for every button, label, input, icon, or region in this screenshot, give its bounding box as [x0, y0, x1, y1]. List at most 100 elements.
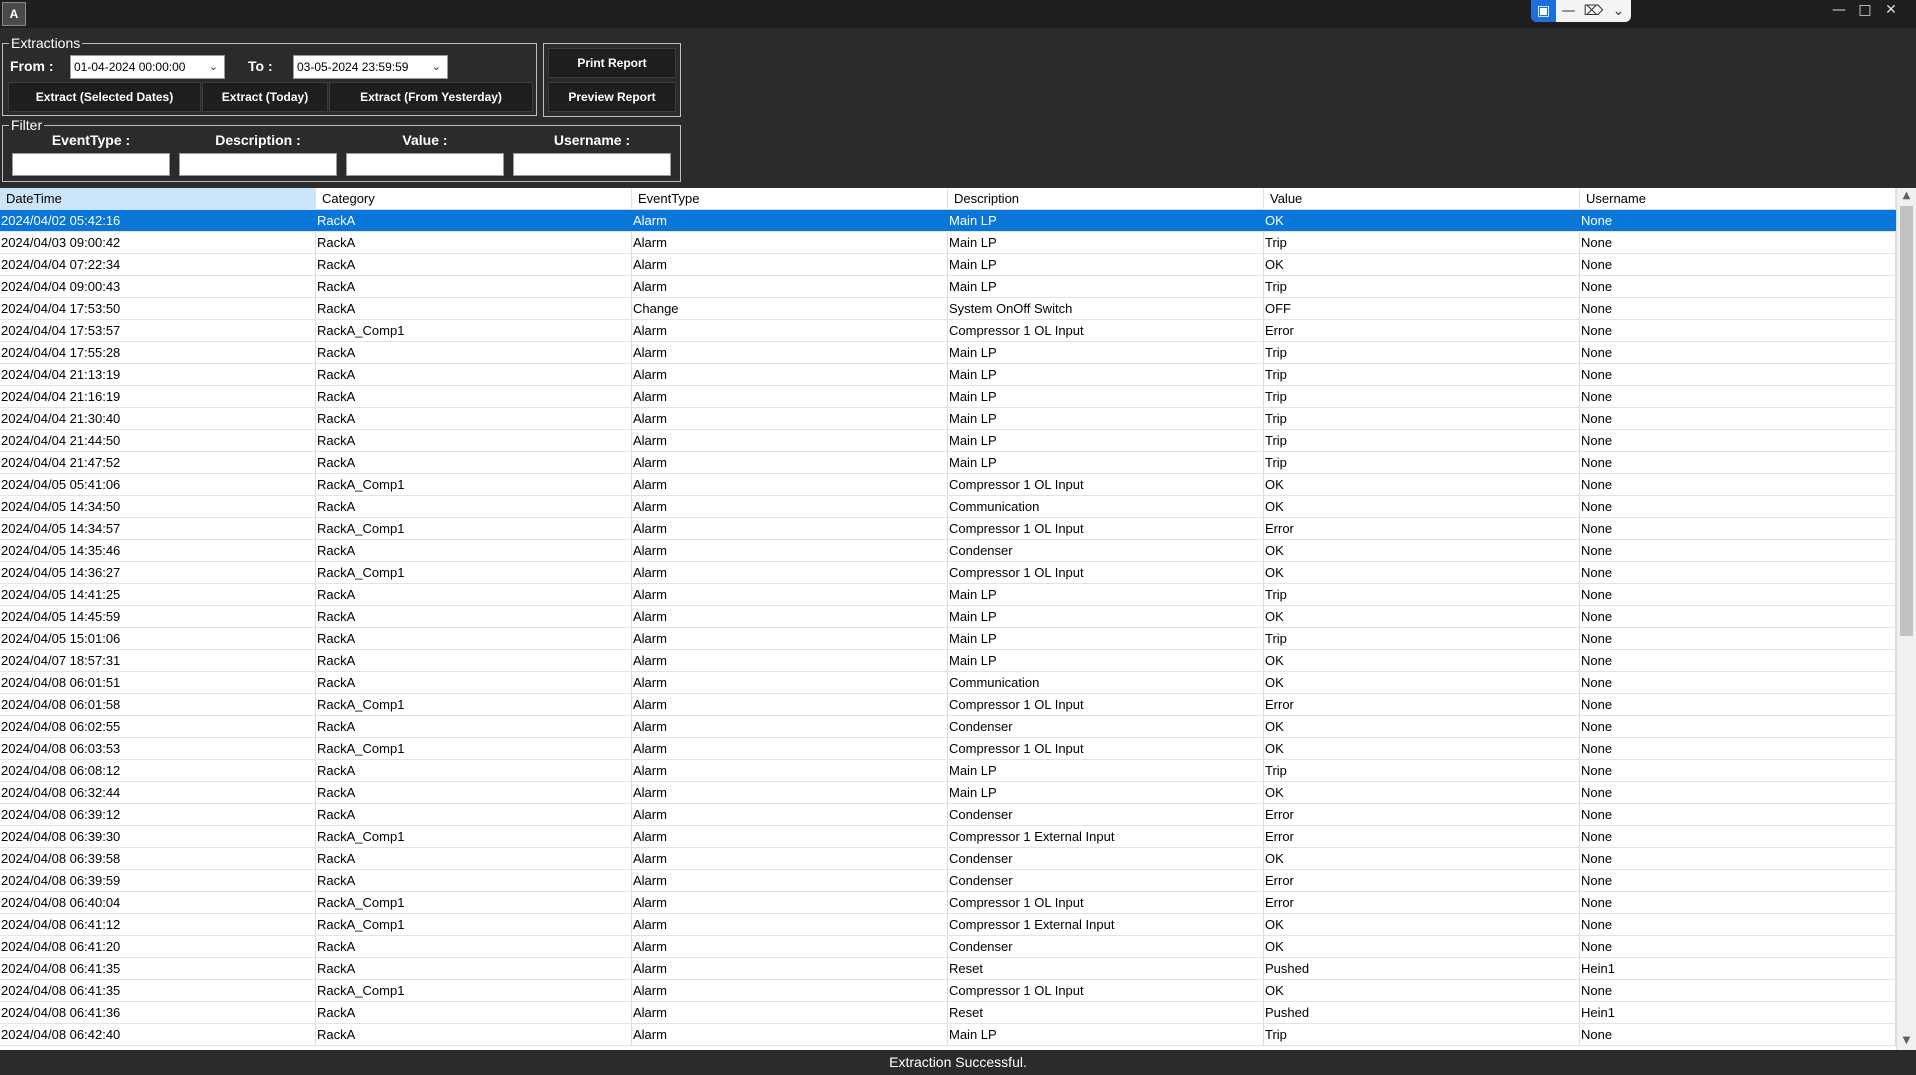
table-cell-category[interactable]: RackA	[316, 496, 632, 517]
table-cell-datetime[interactable]: 2024/04/08 06:02:55	[0, 716, 316, 737]
table-cell-value[interactable]: Trip	[1264, 276, 1580, 297]
table-row[interactable]: 2024/04/05 14:34:50 RackA Alarm Communicati…	[0, 496, 1896, 518]
table-cell-datetime[interactable]: 2024/04/05 05:41:06	[0, 474, 316, 495]
table-cell-description[interactable]: Main LP	[948, 452, 1264, 473]
table-row[interactable]: 2024/04/07 18:57:31 RackA Alarm Main LP OK No…	[0, 650, 1896, 672]
table-cell-datetime[interactable]: 2024/04/04 21:47:52	[0, 452, 316, 473]
table-cell-eventtype[interactable]: Alarm	[632, 364, 948, 385]
table-cell-username[interactable]: None	[1580, 672, 1896, 693]
table-cell-username[interactable]: None	[1580, 452, 1896, 473]
table-cell-username[interactable]: None	[1580, 430, 1896, 451]
table-cell-value[interactable]: Error	[1264, 694, 1580, 715]
table-cell-eventtype[interactable]: Alarm	[632, 914, 948, 935]
table-cell-datetime[interactable]: 2024/04/04 21:44:50	[0, 430, 316, 451]
table-cell-eventtype[interactable]: Alarm	[632, 716, 948, 737]
table-cell-eventtype[interactable]: Alarm	[632, 518, 948, 539]
table-cell-category[interactable]: RackA	[316, 760, 632, 781]
table-cell-category[interactable]: RackA	[316, 364, 632, 385]
table-cell-username[interactable]: None	[1580, 474, 1896, 495]
table-cell-description[interactable]: Compressor 1 OL Input	[948, 474, 1264, 495]
table-cell-datetime[interactable]: 2024/04/08 06:41:36	[0, 1002, 316, 1023]
table-cell-username[interactable]: None	[1580, 628, 1896, 649]
vertical-scrollbar[interactable]: ▲ ▼	[1896, 188, 1916, 1050]
table-cell-description[interactable]: Main LP	[948, 606, 1264, 627]
print-report-button[interactable]: Print Report	[548, 48, 676, 78]
table-cell-eventtype[interactable]: Alarm	[632, 958, 948, 979]
table-cell-value[interactable]: Trip	[1264, 1024, 1580, 1045]
table-cell-category[interactable]: RackA_Comp1	[316, 826, 632, 847]
table-cell-datetime[interactable]: 2024/04/08 06:41:35	[0, 958, 316, 979]
table-row[interactable]: 2024/04/08 06:39:12 RackA Alarm Condenser Er…	[0, 804, 1896, 826]
scrollbar-thumb[interactable]	[1900, 206, 1913, 636]
table-row[interactable]: 2024/04/08 06:42:40 RackA Alarm Main LP Trip…	[0, 1024, 1896, 1046]
table-cell-datetime[interactable]: 2024/04/04 09:00:43	[0, 276, 316, 297]
events-grid[interactable]: DateTime Category EventType Description …	[0, 188, 1916, 1050]
table-cell-eventtype[interactable]: Alarm	[632, 232, 948, 253]
table-cell-username[interactable]: None	[1580, 650, 1896, 671]
table-cell-value[interactable]: OK	[1264, 848, 1580, 869]
table-cell-eventtype[interactable]: Alarm	[632, 408, 948, 429]
table-row[interactable]: 2024/04/08 06:08:12 RackA Alarm Main LP Trip…	[0, 760, 1896, 782]
table-cell-eventtype[interactable]: Alarm	[632, 1002, 948, 1023]
table-cell-description[interactable]: Compressor 1 OL Input	[948, 694, 1264, 715]
table-cell-eventtype[interactable]: Alarm	[632, 826, 948, 847]
table-cell-datetime[interactable]: 2024/04/05 14:35:46	[0, 540, 316, 561]
table-cell-category[interactable]: RackA_Comp1	[316, 914, 632, 935]
extract-today-button[interactable]: Extract (Today)	[202, 82, 328, 112]
table-cell-value[interactable]: Trip	[1264, 452, 1580, 473]
table-cell-value[interactable]: Error	[1264, 804, 1580, 825]
table-cell-category[interactable]: RackA	[316, 1002, 632, 1023]
table-cell-category[interactable]: RackA_Comp1	[316, 694, 632, 715]
table-row[interactable]: 2024/04/08 06:39:30 RackA_Comp1 Alarm Compr…	[0, 826, 1896, 848]
table-cell-eventtype[interactable]: Change	[632, 298, 948, 319]
table-cell-datetime[interactable]: 2024/04/08 06:03:53	[0, 738, 316, 759]
table-cell-value[interactable]: OK	[1264, 650, 1580, 671]
table-cell-category[interactable]: RackA	[316, 958, 632, 979]
table-row[interactable]: 2024/04/05 05:41:06 RackA_Comp1 Alarm Compr…	[0, 474, 1896, 496]
table-cell-datetime[interactable]: 2024/04/08 06:01:51	[0, 672, 316, 693]
table-cell-username[interactable]: None	[1580, 804, 1896, 825]
table-cell-username[interactable]: None	[1580, 716, 1896, 737]
column-header-value[interactable]: Value	[1264, 188, 1580, 210]
table-cell-datetime[interactable]: 2024/04/08 06:41:35	[0, 980, 316, 1001]
table-row[interactable]: 2024/04/08 06:32:44 RackA Alarm Main LP OK No…	[0, 782, 1896, 804]
table-cell-username[interactable]: Hein1	[1580, 958, 1896, 979]
table-cell-datetime[interactable]: 2024/04/04 21:13:19	[0, 364, 316, 385]
table-cell-eventtype[interactable]: Alarm	[632, 870, 948, 891]
table-cell-username[interactable]: Hein1	[1580, 1002, 1896, 1023]
table-row[interactable]: 2024/04/04 21:13:19 RackA Alarm Main LP Trip…	[0, 364, 1896, 386]
table-cell-category[interactable]: RackA_Comp1	[316, 892, 632, 913]
table-cell-username[interactable]: None	[1580, 408, 1896, 429]
to-date-picker[interactable]: 03-05-2024 23:59:59 ⌄	[293, 55, 448, 79]
chevron-down-icon[interactable]: ⌄	[209, 56, 218, 78]
shrink-icon[interactable]: ⌦	[1581, 0, 1606, 22]
eventtype-filter-input[interactable]	[12, 153, 170, 176]
table-cell-category[interactable]: RackA	[316, 408, 632, 429]
table-cell-eventtype[interactable]: Alarm	[632, 276, 948, 297]
table-cell-category[interactable]: RackA	[316, 430, 632, 451]
table-cell-value[interactable]: OFF	[1264, 298, 1580, 319]
table-cell-username[interactable]: None	[1580, 980, 1896, 1001]
table-cell-description[interactable]: Condenser	[948, 540, 1264, 561]
app-icon[interactable]: A	[2, 2, 26, 26]
table-cell-datetime[interactable]: 2024/04/08 06:32:44	[0, 782, 316, 803]
table-cell-eventtype[interactable]: Alarm	[632, 320, 948, 341]
table-cell-username[interactable]: None	[1580, 892, 1896, 913]
table-cell-eventtype[interactable]: Alarm	[632, 540, 948, 561]
table-cell-description[interactable]: Compressor 1 OL Input	[948, 980, 1264, 1001]
table-cell-username[interactable]: None	[1580, 936, 1896, 957]
table-cell-username[interactable]: None	[1580, 826, 1896, 847]
table-cell-description[interactable]: Communication	[948, 496, 1264, 517]
table-cell-category[interactable]: RackA_Comp1	[316, 738, 632, 759]
table-cell-description[interactable]: Main LP	[948, 210, 1264, 231]
close-icon[interactable]: ✕	[1878, 0, 1904, 20]
table-cell-description[interactable]: Compressor 1 OL Input	[948, 320, 1264, 341]
table-cell-value[interactable]: Pushed	[1264, 958, 1580, 979]
table-cell-value[interactable]: Trip	[1264, 232, 1580, 253]
table-cell-username[interactable]: None	[1580, 298, 1896, 319]
table-cell-value[interactable]: OK	[1264, 562, 1580, 583]
table-cell-username[interactable]: None	[1580, 760, 1896, 781]
table-cell-eventtype[interactable]: Alarm	[632, 694, 948, 715]
table-cell-category[interactable]: RackA	[316, 1024, 632, 1045]
table-cell-value[interactable]: Error	[1264, 518, 1580, 539]
